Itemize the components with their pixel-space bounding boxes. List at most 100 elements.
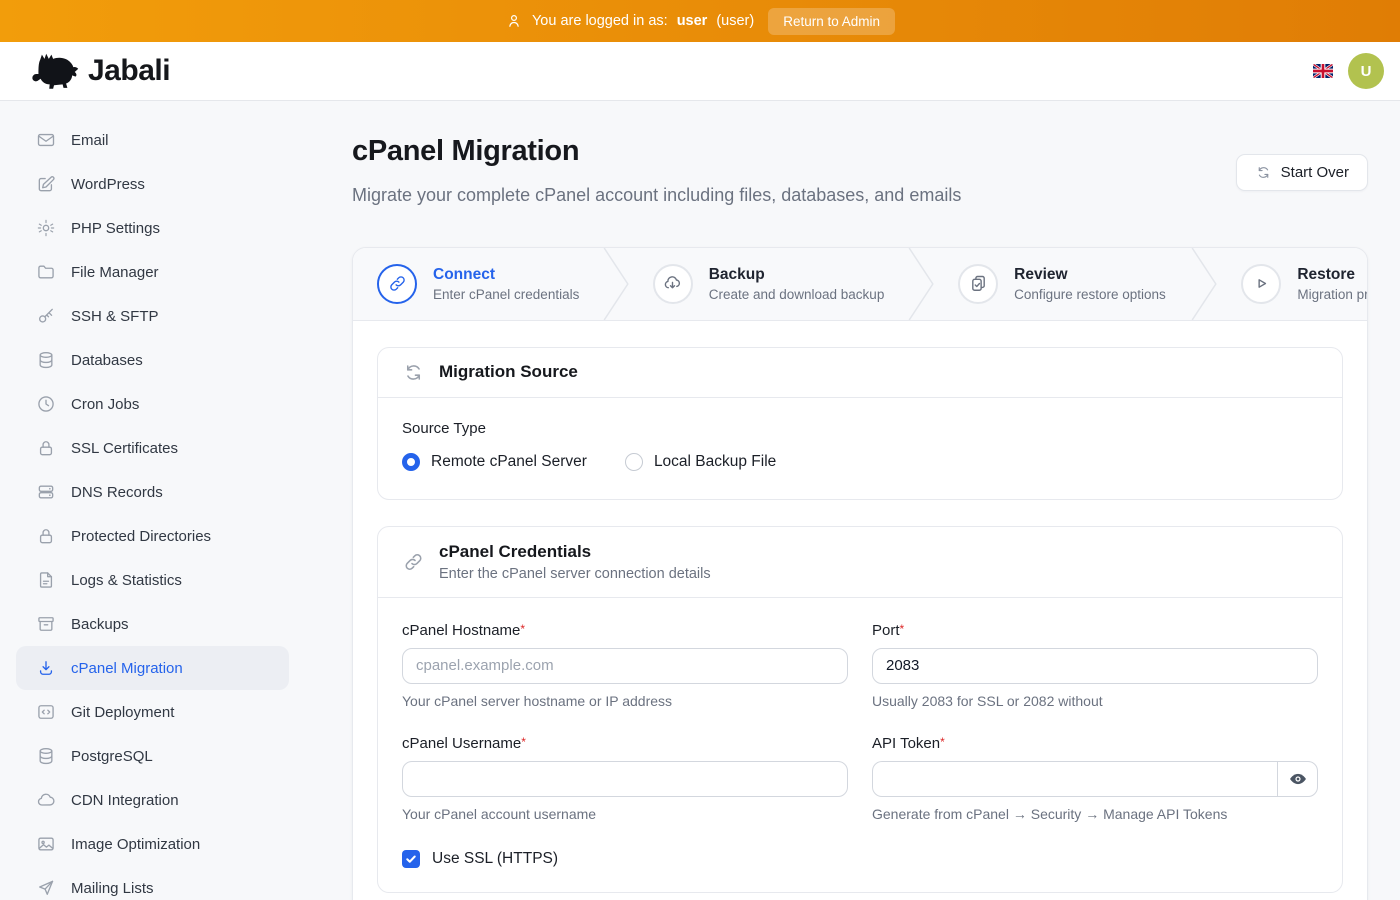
- sidebar-item-mailing-lists[interactable]: Mailing Lists: [16, 866, 289, 900]
- step-subtitle: Enter cPanel credentials: [433, 287, 579, 302]
- radio-selected-icon[interactable]: [402, 453, 420, 471]
- sidebar-item-php-settings[interactable]: PHP Settings: [16, 206, 289, 250]
- sidebar-item-email[interactable]: Email: [16, 118, 289, 162]
- sidebar-item-cpanel-migration[interactable]: cPanel Migration: [16, 646, 289, 690]
- link-icon: [402, 550, 425, 574]
- sidebar-item-label: SSL Certificates: [71, 440, 178, 457]
- return-to-admin-button[interactable]: Return to Admin: [768, 8, 895, 35]
- checkbox-checked-icon[interactable]: [402, 850, 420, 868]
- step-separator: [908, 248, 934, 320]
- sidebar-item-cron-jobs[interactable]: Cron Jobs: [16, 382, 289, 426]
- sidebar-item-postgresql[interactable]: PostgreSQL: [16, 734, 289, 778]
- page-subtitle: Migrate your complete cPanel account inc…: [352, 182, 961, 210]
- step-restore: Restore Migration progress: [1217, 248, 1367, 320]
- required-asterisk: *: [520, 622, 525, 636]
- credentials-subtitle: Enter the cPanel server connection detai…: [439, 566, 711, 582]
- port-input[interactable]: [872, 648, 1318, 684]
- step-subtitle: Create and download backup: [709, 287, 885, 302]
- api-token-input[interactable]: [872, 761, 1277, 797]
- sidebar-item-wordpress[interactable]: WordPress: [16, 162, 289, 206]
- brand-logo: Jabali: [28, 52, 170, 90]
- sidebar-item-image-optimization[interactable]: Image Optimization: [16, 822, 289, 866]
- envelope-icon: [36, 130, 56, 150]
- step-review: Review Configure restore options: [934, 248, 1191, 320]
- pencil-square-icon: [36, 174, 56, 194]
- key-icon: [36, 306, 56, 326]
- sidebar-item-label: File Manager: [71, 264, 159, 281]
- step-separator: [603, 248, 629, 320]
- sidebar-item-databases[interactable]: Databases: [16, 338, 289, 382]
- logged-in-status: You are logged in as: user (user): [505, 12, 754, 30]
- hostname-input[interactable]: [402, 648, 848, 684]
- step-title: Restore: [1297, 266, 1367, 284]
- wizard-stepper: Connect Enter cPanel credentials Backup …: [353, 248, 1367, 321]
- radio-remote-cpanel-server[interactable]: Remote cPanel Server: [402, 453, 587, 471]
- hostname-label: cPanel Hostname: [402, 622, 520, 639]
- api-token-label: API Token: [872, 735, 940, 752]
- radio-local-backup-file[interactable]: Local Backup File: [625, 453, 776, 471]
- sidebar-item-git-deployment[interactable]: Git Deployment: [16, 690, 289, 734]
- required-asterisk: *: [940, 735, 945, 749]
- sidebar-item-label: Logs & Statistics: [71, 572, 182, 589]
- sidebar-item-dns-records[interactable]: DNS Records: [16, 470, 289, 514]
- brand-name: Jabali: [88, 54, 170, 88]
- source-type-label: Source Type: [402, 420, 1318, 437]
- step-backup: Backup Create and download backup: [629, 248, 908, 320]
- archive-icon: [36, 614, 56, 634]
- step-subtitle: Migration progress: [1297, 287, 1367, 302]
- eye-icon: [1288, 769, 1308, 789]
- sidebar-item-label: Email: [71, 132, 109, 149]
- app-header: Jabali U: [0, 42, 1400, 101]
- cpanel-credentials-section: cPanel Credentials Enter the cPanel serv…: [377, 526, 1343, 893]
- sidebar-nav: Email WordPress PHP Settings File Manage…: [0, 101, 305, 900]
- clipboard-check-icon: [968, 273, 989, 294]
- radio-label: Remote cPanel Server: [431, 453, 587, 471]
- sidebar-item-logs-statistics[interactable]: Logs & Statistics: [16, 558, 289, 602]
- logged-in-role: (user): [716, 13, 754, 29]
- field-api-token: API Token* Generate from cPanel → Securi…: [872, 735, 1318, 822]
- sidebar-item-label: CDN Integration: [71, 792, 179, 809]
- main-content: cPanel Migration Migrate your complete c…: [305, 101, 1400, 900]
- start-over-button[interactable]: Start Over: [1236, 154, 1368, 191]
- port-help: Usually 2083 for SSL or 2082 without: [872, 693, 1318, 709]
- sidebar-item-label: Backups: [71, 616, 129, 633]
- user-avatar[interactable]: U: [1348, 53, 1384, 89]
- sidebar-item-protected-directories[interactable]: Protected Directories: [16, 514, 289, 558]
- migration-source-title: Migration Source: [439, 362, 578, 382]
- lock-icon: [36, 526, 56, 546]
- person-icon: [505, 12, 523, 30]
- use-ssl-checkbox-row[interactable]: Use SSL (HTTPS): [402, 850, 1318, 868]
- username-help: Your cPanel account username: [402, 806, 848, 822]
- radio-unselected-icon[interactable]: [625, 453, 643, 471]
- step-title: Review: [1014, 266, 1166, 284]
- field-cpanel-username: cPanel Username* Your cPanel account use…: [402, 735, 848, 822]
- cog-icon: [36, 218, 56, 238]
- admin-session-bar: You are logged in as: user (user) Return…: [0, 0, 1400, 42]
- sidebar-item-label: PostgreSQL: [71, 748, 153, 765]
- link-icon: [387, 273, 408, 294]
- toggle-token-visibility-button[interactable]: [1277, 761, 1318, 797]
- sidebar-item-backups[interactable]: Backups: [16, 602, 289, 646]
- sidebar-item-file-manager[interactable]: File Manager: [16, 250, 289, 294]
- sidebar-item-ssh-sftp[interactable]: SSH & SFTP: [16, 294, 289, 338]
- sidebar-item-label: Image Optimization: [71, 836, 200, 853]
- sidebar-item-label: Protected Directories: [71, 528, 211, 545]
- start-over-label: Start Over: [1281, 164, 1349, 181]
- sidebar-item-label: cPanel Migration: [71, 660, 183, 677]
- language-flag-icon[interactable]: [1313, 64, 1333, 78]
- hostname-help: Your cPanel server hostname or IP addres…: [402, 693, 848, 709]
- username-input[interactable]: [402, 761, 848, 797]
- sidebar-item-label: SSH & SFTP: [71, 308, 159, 325]
- step-subtitle: Configure restore options: [1014, 287, 1166, 302]
- step-title: Connect: [433, 266, 579, 284]
- sidebar-item-cdn-integration[interactable]: CDN Integration: [16, 778, 289, 822]
- step-title: Backup: [709, 266, 885, 284]
- page-title: cPanel Migration: [352, 135, 961, 168]
- sidebar-item-ssl-certificates[interactable]: SSL Certificates: [16, 426, 289, 470]
- sidebar-item-label: PHP Settings: [71, 220, 160, 237]
- cloud-icon: [36, 790, 56, 810]
- image-icon: [36, 834, 56, 854]
- radio-label: Local Backup File: [654, 453, 776, 471]
- database-icon: [36, 350, 56, 370]
- step-connect: Connect Enter cPanel credentials: [353, 248, 603, 320]
